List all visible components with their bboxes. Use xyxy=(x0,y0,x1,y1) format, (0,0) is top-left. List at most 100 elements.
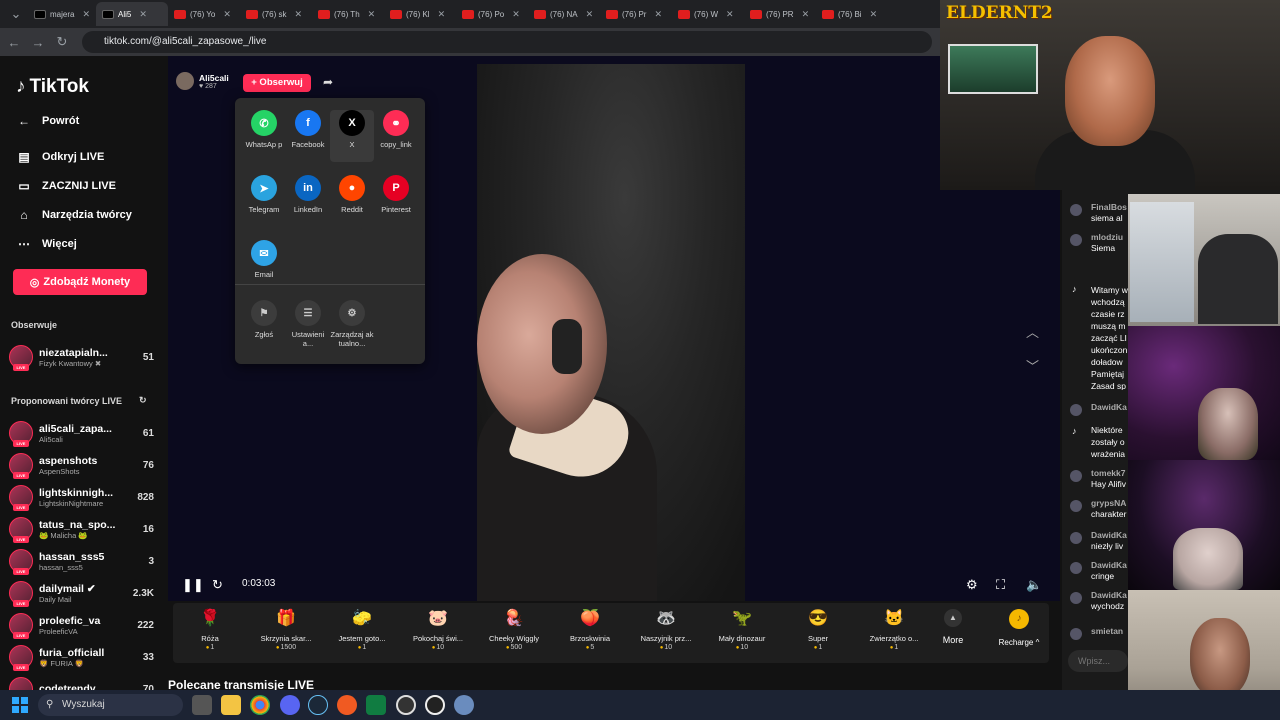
share-option[interactable]: in LinkedIn xyxy=(286,175,330,227)
chat-username[interactable]: FinalBos xyxy=(1091,202,1127,212)
browser-tab[interactable]: (76) Kl ✕ xyxy=(384,2,456,26)
creator-item[interactable]: LIVE dailymail ✔ Daily Mail 2.3K xyxy=(9,578,154,608)
close-tab-icon[interactable]: ✕ xyxy=(223,9,231,20)
sidebar-link[interactable]: ▤ Odkryj LIVE xyxy=(16,150,104,164)
more-gifts-button[interactable]: ▲ More xyxy=(938,609,968,645)
creator-item[interactable]: LIVE aspenshots AspenShots 76 xyxy=(9,450,154,480)
browser-tab[interactable]: (76) NA ✕ xyxy=(528,2,600,26)
steam-icon[interactable] xyxy=(308,695,328,715)
chat-avatar[interactable] xyxy=(1070,470,1082,482)
get-coins-button[interactable]: ◎ Zdobądź Monety xyxy=(13,269,147,295)
browser-tab[interactable]: (76) Th ✕ xyxy=(312,2,384,26)
settings-gear-icon[interactable]: ⚙ xyxy=(966,577,978,593)
close-tab-icon[interactable]: ✕ xyxy=(139,9,147,20)
back-arrow-icon[interactable]: ← xyxy=(2,35,26,50)
share-icon[interactable]: ➦ xyxy=(323,75,333,89)
discord-icon[interactable] xyxy=(280,695,300,715)
recharge-button[interactable]: ♪ Recharge ^ xyxy=(993,609,1045,647)
browser-tab[interactable]: Ali5 ✕ xyxy=(96,2,168,26)
streamer-avatar[interactable] xyxy=(176,72,194,90)
close-tab-icon[interactable]: ✕ xyxy=(726,9,734,20)
creator-item[interactable]: LIVE hassan_sss5 hassan_sss5 3 xyxy=(9,546,154,576)
browser-tab[interactable]: (76) PR ✕ xyxy=(744,2,816,26)
chat-username[interactable]: DawidKa xyxy=(1091,560,1127,570)
gift-item[interactable]: 🪼 Cheeky Wiggly500 xyxy=(477,607,551,651)
close-tab-icon[interactable]: ✕ xyxy=(294,9,302,20)
excel-icon[interactable] xyxy=(366,695,386,715)
share-action[interactable]: ⚙ Zarządzaj aktualno... xyxy=(330,300,374,348)
creator-item[interactable]: LIVE tatus_na_spo... 🐸 Malicha 🐸 16 xyxy=(9,514,154,544)
app-icon[interactable] xyxy=(396,695,416,715)
replay-icon[interactable]: ↻ xyxy=(212,577,223,593)
browser-tab[interactable]: (76) Pr ✕ xyxy=(600,2,672,26)
browser-tab[interactable]: majera ✕ xyxy=(28,2,96,26)
sidebar-link[interactable]: ⋯ Więcej xyxy=(16,237,77,251)
share-option[interactable]: ● Reddit xyxy=(330,175,374,227)
gift-item[interactable]: 🦝 Naszyjnik prz...10 xyxy=(629,607,703,651)
close-tab-icon[interactable]: ✕ xyxy=(82,9,90,20)
live-video[interactable] xyxy=(477,64,745,601)
volume-icon[interactable]: 🔈 xyxy=(1026,577,1042,593)
pause-icon[interactable]: ❚❚ xyxy=(182,577,204,593)
creator-item[interactable]: LIVE lightskinnigh... LightskinNightmare 82… xyxy=(9,482,154,512)
gift-item[interactable]: 🐷 Pokochaj świ...10 xyxy=(401,607,475,651)
chat-avatar[interactable] xyxy=(1070,234,1082,246)
browser-tab[interactable]: (76) sk ✕ xyxy=(240,2,312,26)
chat-username[interactable]: DawidKa xyxy=(1091,530,1127,540)
close-tab-icon[interactable]: ✕ xyxy=(870,9,878,20)
browser-tab[interactable]: (76) Yo ✕ xyxy=(168,2,240,26)
chat-avatar[interactable] xyxy=(1070,562,1082,574)
creator-item[interactable]: LIVE niezatapialn... Fizyk Kwantowy ✖ 51 xyxy=(9,342,154,372)
creator-item[interactable]: LIVEcodetrendy70 xyxy=(9,674,154,690)
chat-username[interactable]: smietan xyxy=(1091,626,1123,636)
chat-input[interactable] xyxy=(1068,650,1128,672)
close-tab-icon[interactable]: ✕ xyxy=(438,9,446,20)
chat-username[interactable]: grypsNA xyxy=(1091,498,1126,508)
chat-avatar[interactable] xyxy=(1070,592,1082,604)
share-option[interactable]: P Pinterest xyxy=(374,175,418,227)
chrome-icon[interactable] xyxy=(250,695,270,715)
close-tab-icon[interactable]: ✕ xyxy=(654,9,662,20)
file-explorer-icon[interactable] xyxy=(221,695,241,715)
tab-list-icon[interactable]: ⌄ xyxy=(4,6,28,22)
gift-item[interactable]: 🐱 Zwierzątko o...1 xyxy=(857,607,931,651)
creator-item[interactable]: LIVE proleefic_va ProleeficVA 222 xyxy=(9,610,154,640)
chat-avatar[interactable] xyxy=(1070,500,1082,512)
next-stream-arrow-icon[interactable]: ﹀ xyxy=(1026,356,1039,375)
creator-item[interactable]: LIVE ali5cali_zapa... Ali5cali 61 xyxy=(9,418,154,448)
share-option[interactable]: ➤ Telegram xyxy=(242,175,286,227)
chat-username[interactable]: DawidKa xyxy=(1091,402,1127,412)
sidebar-link[interactable]: ▭ ZACZNIJ LIVE xyxy=(16,179,116,193)
chat-username[interactable]: DawidKa xyxy=(1091,590,1127,600)
browser-tab[interactable]: (76) W ✕ xyxy=(672,2,744,26)
ea-icon[interactable] xyxy=(337,695,357,715)
gift-item[interactable]: 😎 Super1 xyxy=(781,607,855,651)
close-tab-icon[interactable]: ✕ xyxy=(802,9,810,20)
chat-avatar[interactable] xyxy=(1070,532,1082,544)
share-option[interactable]: f Facebook xyxy=(286,110,330,162)
gift-item[interactable]: 🦖 Mały dinozaur10 xyxy=(705,607,779,651)
reload-icon[interactable]: ↻ xyxy=(50,34,74,50)
close-tab-icon[interactable]: ✕ xyxy=(586,9,594,20)
streamer-name[interactable]: Ali5cali xyxy=(199,73,229,83)
browser-tab[interactable]: (76) Bi ✕ xyxy=(816,2,888,26)
share-action[interactable]: ⚑ Zgłoś xyxy=(242,300,286,339)
fullscreen-icon[interactable]: ⛶ xyxy=(996,577,1005,593)
settings-app-icon[interactable] xyxy=(454,695,474,715)
sidebar-link[interactable]: ⌂ Narzędzia twórcy xyxy=(16,208,132,222)
chat-username[interactable]: mlodziu xyxy=(1091,232,1123,242)
obs-icon[interactable] xyxy=(425,695,445,715)
follow-button[interactable]: + Obserwuj xyxy=(243,74,311,92)
browser-tab[interactable]: (76) Po ✕ xyxy=(456,2,528,26)
gift-item[interactable]: 🌹 Róża1 xyxy=(173,607,247,651)
task-view-icon[interactable] xyxy=(192,695,212,715)
gift-item[interactable]: 🎁 Skrzynia skar...1500 xyxy=(249,607,323,651)
close-tab-icon[interactable]: ✕ xyxy=(512,9,520,20)
back-link[interactable]: ← Powrót xyxy=(16,114,79,128)
chat-avatar[interactable] xyxy=(1070,404,1082,416)
prev-stream-arrow-icon[interactable]: ︿ xyxy=(1026,322,1039,341)
close-tab-icon[interactable]: ✕ xyxy=(368,9,376,20)
forward-arrow-icon[interactable]: → xyxy=(26,35,50,50)
gift-item[interactable]: 🧽 Jestem goto...1 xyxy=(325,607,399,651)
gift-item[interactable]: 🍑 Brzoskwinia5 xyxy=(553,607,627,651)
